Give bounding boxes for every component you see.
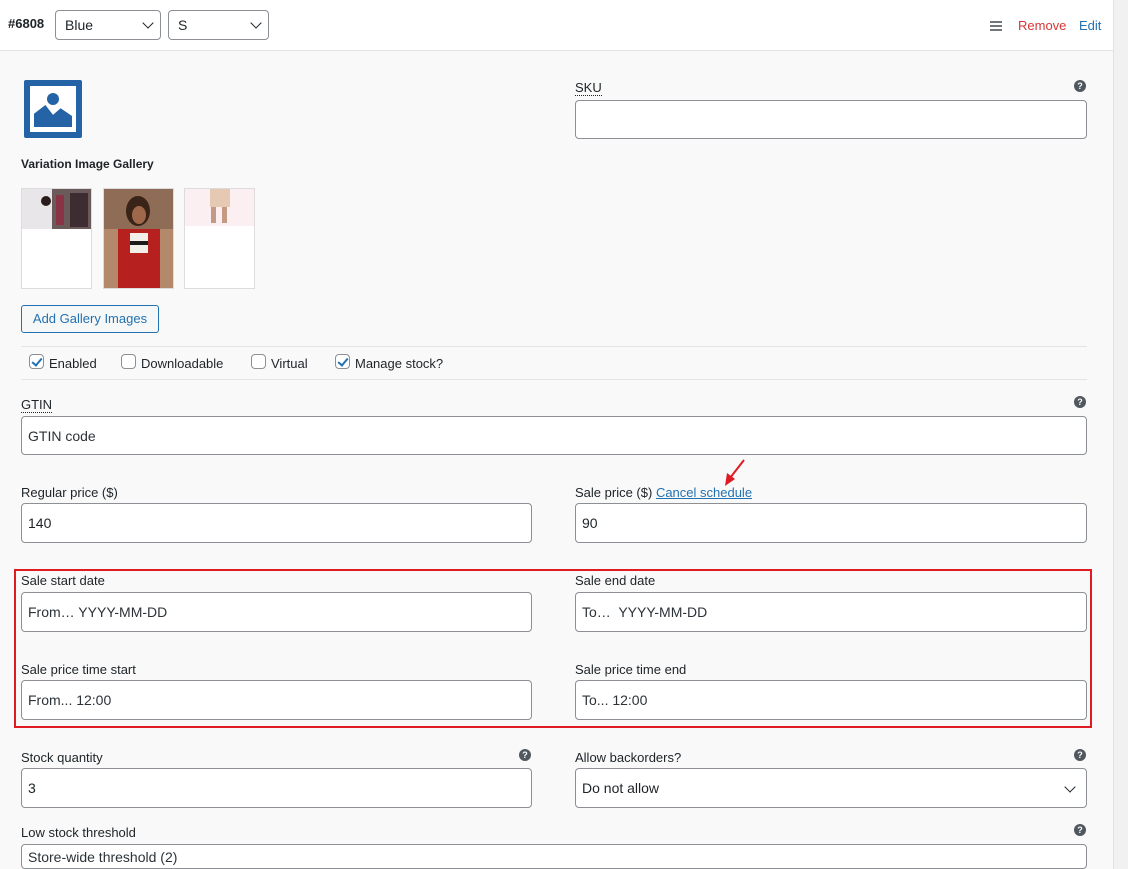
stock-quantity-label: Stock quantity	[21, 750, 103, 765]
variation-header: #6808 Blue S Remove Edit	[0, 0, 1113, 51]
sale-price-input[interactable]	[575, 503, 1087, 543]
gallery-thumbnail[interactable]	[103, 188, 174, 289]
manage-stock-label: Manage stock?	[355, 356, 444, 371]
divider	[21, 379, 1087, 380]
sku-label: SKU	[575, 80, 602, 96]
chevron-down-icon	[250, 17, 262, 29]
regular-price-label: Regular price ($)	[21, 485, 118, 500]
gtin-input[interactable]	[21, 416, 1087, 455]
color-select-value: Blue	[65, 17, 94, 33]
color-select[interactable]: Blue	[55, 10, 161, 40]
sale-end-date-input[interactable]	[575, 592, 1087, 632]
chevron-down-icon	[142, 17, 154, 29]
sale-start-date-input[interactable]	[21, 592, 532, 632]
virtual-label: Virtual	[271, 356, 308, 371]
backorders-select[interactable]: Do not allow	[575, 768, 1087, 808]
help-icon[interactable]: ?	[1074, 824, 1086, 836]
virtual-checkbox[interactable]	[251, 354, 266, 369]
drag-handle-icon[interactable]	[990, 21, 1002, 33]
photo-legs-icon	[185, 189, 254, 226]
help-icon[interactable]: ?	[519, 749, 531, 761]
help-icon[interactable]: ?	[1074, 80, 1086, 92]
gallery-thumbnail[interactable]	[184, 188, 255, 289]
enabled-label: Enabled	[49, 356, 97, 371]
backorders-label: Allow backorders?	[575, 750, 682, 765]
help-icon[interactable]: ?	[1074, 396, 1086, 408]
gallery-thumbnail[interactable]	[21, 188, 92, 289]
sale-end-date-label: Sale end date	[575, 573, 656, 588]
gtin-label: GTIN	[21, 397, 53, 413]
sale-time-start-input[interactable]	[21, 680, 532, 720]
sale-time-end-input[interactable]	[575, 680, 1087, 720]
enabled-checkbox[interactable]	[29, 354, 44, 369]
low-stock-label: Low stock threshold	[21, 825, 136, 840]
size-select-value: S	[178, 17, 188, 33]
sku-input[interactable]	[575, 100, 1087, 139]
downloadable-label: Downloadable	[141, 356, 224, 371]
gallery-label: Variation Image Gallery	[21, 157, 154, 171]
help-icon[interactable]: ?	[1074, 749, 1086, 761]
sale-start-date-label: Sale start date	[21, 573, 105, 588]
annotation-arrow-icon	[725, 459, 745, 486]
sale-time-end-label: Sale price time end	[575, 662, 687, 677]
regular-price-input[interactable]	[21, 503, 532, 543]
manage-stock-checkbox[interactable]	[335, 354, 350, 369]
chevron-down-icon	[1064, 781, 1076, 793]
add-gallery-images-button[interactable]: Add Gallery Images	[21, 305, 159, 333]
low-stock-input[interactable]	[21, 844, 1087, 869]
scrollbar[interactable]	[1113, 0, 1128, 869]
photo-shop-interior-icon	[22, 189, 91, 229]
sale-time-start-label: Sale price time start	[21, 662, 136, 677]
stock-quantity-input[interactable]	[21, 768, 532, 808]
variation-id: #6808	[8, 16, 45, 31]
remove-link[interactable]: Remove	[1018, 18, 1066, 33]
edit-link[interactable]: Edit	[1079, 18, 1101, 33]
sale-price-label-text: Sale price ($)	[575, 485, 653, 500]
variation-image-icon[interactable]	[24, 80, 82, 138]
divider	[21, 346, 1087, 347]
photo-model-red-jacket-icon	[104, 189, 173, 288]
downloadable-checkbox[interactable]	[121, 354, 136, 369]
size-select[interactable]: S	[168, 10, 269, 40]
backorders-select-value: Do not allow	[582, 780, 660, 796]
